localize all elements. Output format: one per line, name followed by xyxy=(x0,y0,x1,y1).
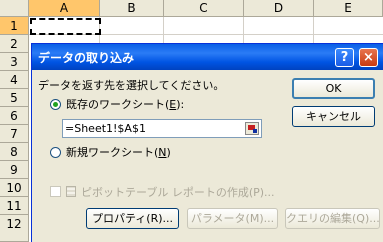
row-header-12[interactable]: 12 xyxy=(0,215,29,242)
row-header-3[interactable]: 3 xyxy=(0,53,29,71)
row-header-9[interactable]: 9 xyxy=(0,161,29,179)
column-header-d[interactable]: D xyxy=(244,0,314,17)
row-header-11[interactable]: 11 xyxy=(0,197,29,215)
help-button[interactable]: ? xyxy=(335,48,354,67)
dialog-title: データの取り込み xyxy=(38,51,135,65)
column-header-b[interactable]: B xyxy=(100,0,164,17)
row-header-4[interactable]: 4 xyxy=(0,71,29,89)
new-sheet-label[interactable]: 新規ワークシート(N) xyxy=(66,144,171,160)
dialog-titlebar[interactable]: データの取り込み ? × xyxy=(32,44,383,70)
parameters-button[interactable]: パラメータ(M)... xyxy=(187,208,278,229)
existing-sheet-radio[interactable] xyxy=(50,99,61,110)
row-header-5[interactable]: 5 xyxy=(0,89,29,107)
close-button[interactable]: × xyxy=(359,48,378,67)
edit-query-button[interactable]: クエリの編集(Q)... xyxy=(285,208,380,229)
column-header-c[interactable]: C xyxy=(164,0,244,17)
cancel-button[interactable]: キャンセル xyxy=(292,106,375,127)
row-header-1[interactable]: 1 xyxy=(0,17,29,35)
new-sheet-radio[interactable] xyxy=(50,147,61,158)
row-header-8[interactable]: 8 xyxy=(0,143,29,161)
selected-cell-a1[interactable] xyxy=(30,18,101,35)
pivot-table-icon xyxy=(66,186,76,197)
reference-input[interactable] xyxy=(65,121,241,136)
row-header-2[interactable]: 2 xyxy=(0,35,29,53)
reference-field[interactable] xyxy=(62,119,262,138)
properties-button[interactable]: プロパティ(R)... xyxy=(86,208,179,229)
pivot-checkbox[interactable] xyxy=(50,186,61,197)
import-data-dialog: データの取り込み ? × データを返す先を選択してください。 既存のワークシート… xyxy=(31,43,383,242)
column-header-a[interactable]: A xyxy=(29,0,100,17)
column-header-e[interactable]: E xyxy=(314,0,383,17)
select-all-corner[interactable] xyxy=(0,0,29,17)
row-header-6[interactable]: 6 xyxy=(0,107,29,125)
row-header-7[interactable]: 7 xyxy=(0,125,29,143)
row-header-10[interactable]: 10 xyxy=(0,179,29,197)
pivot-label: ピボットテーブル レポートの作成(P)... xyxy=(81,186,275,199)
ok-button[interactable]: OK xyxy=(292,78,375,99)
destination-prompt: データを返す先を選択してください。 xyxy=(38,79,225,92)
collapse-dialog-icon[interactable] xyxy=(245,122,259,135)
existing-sheet-label[interactable]: 既存のワークシート(E): xyxy=(66,96,184,112)
